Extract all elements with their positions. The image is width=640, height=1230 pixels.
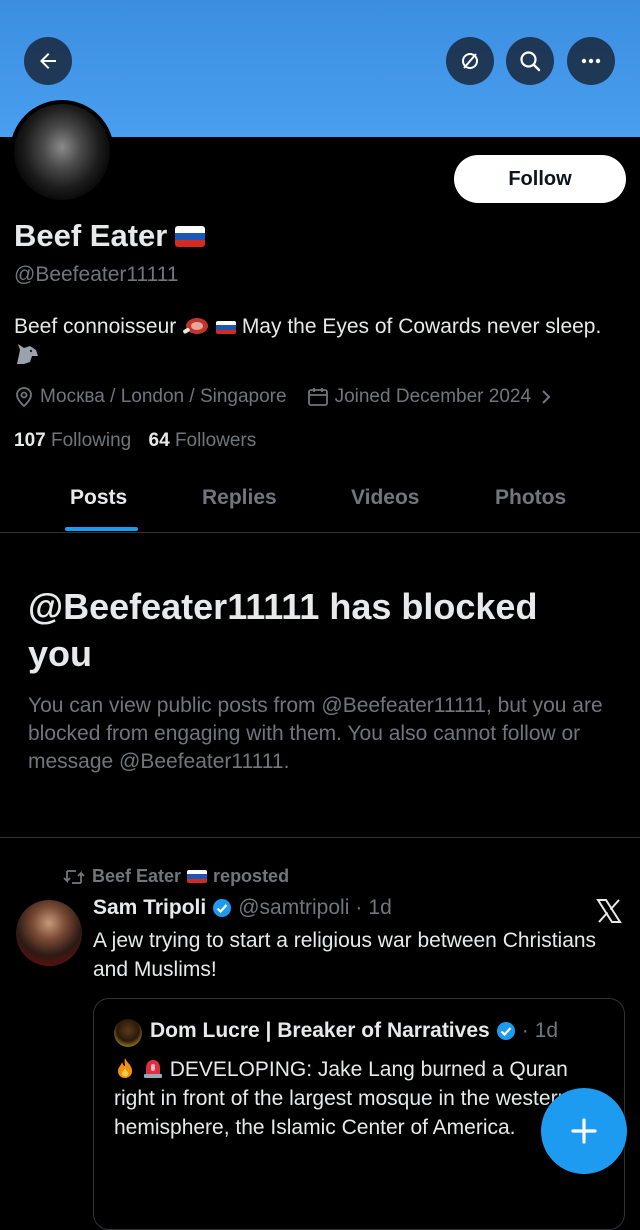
fire-icon <box>118 1058 132 1078</box>
follow-button[interactable]: Follow <box>454 155 626 203</box>
following-link[interactable]: 107 Following <box>14 430 131 451</box>
location-off-button[interactable] <box>446 37 494 85</box>
tab-posts[interactable]: Posts <box>70 486 127 510</box>
quote-author-avatar <box>114 1019 142 1047</box>
russia-flag-icon <box>187 870 208 883</box>
blocked-description: You can view public posts from @Beefeate… <box>28 694 603 773</box>
more-button[interactable] <box>567 37 615 85</box>
profile-avatar[interactable] <box>10 100 114 204</box>
plus-icon <box>571 1118 597 1144</box>
followers-count: 64 <box>148 430 170 451</box>
x-logo-icon[interactable] <box>596 898 622 924</box>
tab-videos[interactable]: Videos <box>351 486 419 510</box>
calendar-icon <box>307 388 328 406</box>
back-button[interactable] <box>24 37 72 85</box>
profile-bio: Beef connoisseur May the Eyes of Cowards… <box>14 312 614 370</box>
quote-time: 1d <box>534 1019 559 1042</box>
blocked-title: @Beefeater11111 has blocked you <box>28 586 538 674</box>
repost-user[interactable]: Beef Eater <box>92 866 181 887</box>
siren-icon <box>143 1060 162 1078</box>
bio-text-1: Beef connoisseur <box>14 315 177 338</box>
post-text: A jew trying to start a religious war be… <box>93 929 597 981</box>
followers-label: Followers <box>174 430 257 451</box>
search-icon <box>520 51 541 72</box>
compose-button[interactable] <box>541 1088 627 1174</box>
location-pin-icon <box>16 387 32 408</box>
verified-badge-icon <box>213 899 232 917</box>
divider <box>0 837 640 838</box>
search-button[interactable] <box>506 37 554 85</box>
post-time[interactable]: 1d <box>368 896 391 920</box>
profile-meta: Москва / London / Singapore Joined Decem… <box>14 386 553 408</box>
tab-replies[interactable]: Replies <box>202 486 277 510</box>
more-icon <box>581 58 601 64</box>
following-label: Following <box>50 430 132 451</box>
quote-body: DEVELOPING: Jake Lang burned a Quran rig… <box>114 1058 570 1139</box>
profile-tabs: Posts Replies Videos Photos <box>0 470 640 533</box>
russia-flag-icon <box>215 320 236 334</box>
location-off-icon <box>462 53 478 69</box>
post-author-handle[interactable]: @samtripoli <box>238 896 349 920</box>
following-count: 107 <box>14 430 46 451</box>
quote-text: DEVELOPING: Jake Lang burned a Quran rig… <box>114 1055 584 1142</box>
profile-location: Москва / London / Singapore <box>40 386 287 407</box>
post-author-name[interactable]: Sam Tripoli <box>93 896 206 920</box>
chevron-right-icon[interactable] <box>539 388 553 406</box>
repost-indicator: Beef Eater reposted <box>62 866 289 887</box>
followers-link[interactable]: 64 Followers <box>149 430 257 451</box>
verified-badge-icon <box>496 1022 515 1040</box>
avatar-image <box>14 104 110 200</box>
arrow-left-icon <box>40 53 56 69</box>
repost-icon <box>63 869 85 884</box>
profile-display-name: Beef Eater <box>14 218 168 253</box>
bio-text-2: May the Eyes of Cowards never sleep. <box>241 315 602 338</box>
active-tab-indicator <box>65 527 138 531</box>
follow-counts: 107 Following 64 Followers <box>14 430 256 452</box>
repost-label: reposted <box>213 866 290 886</box>
quote-header: Dom Lucre | Breaker of Narratives · 1d <box>150 1019 558 1043</box>
russia-flag-icon <box>175 225 206 247</box>
quote-author-name: Dom Lucre | Breaker of Narratives <box>150 1019 490 1042</box>
profile-name: Beef Eater <box>14 218 206 254</box>
meat-icon <box>183 318 209 334</box>
quote-separator: · <box>521 1019 529 1042</box>
tab-photos[interactable]: Photos <box>495 486 566 510</box>
profile-joined: Joined December 2024 <box>334 386 532 407</box>
post-separator: · <box>355 896 363 919</box>
post-header: Sam Tripoli @samtripoli · 1d <box>93 896 392 920</box>
profile-handle: @Beefeater11111 <box>14 263 179 286</box>
post-author-avatar[interactable] <box>16 900 82 966</box>
wolf-icon <box>17 344 38 364</box>
